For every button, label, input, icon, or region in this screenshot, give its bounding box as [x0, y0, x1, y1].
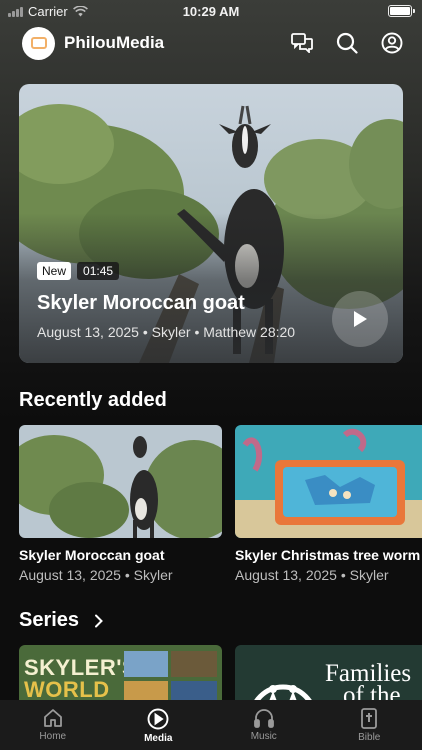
media-card[interactable]: Skyler Moroccan goat August 13, 2025 • S… [19, 425, 222, 583]
card-title: Skyler Moroccan goat [19, 547, 165, 563]
tab-music[interactable]: Music [211, 700, 317, 750]
tab-home[interactable]: Home [0, 700, 106, 750]
series-art-title: SKYLER'S WORLD [24, 655, 138, 702]
featured-meta: August 13, 2025 • Skyler • Matthew 28:20 [37, 324, 296, 340]
series-card[interactable]: SKYLER'S WORLD [19, 645, 222, 705]
status-time: 10:29 AM [182, 4, 240, 19]
play-button[interactable] [332, 291, 388, 347]
series-title: Series [19, 609, 80, 631]
brand-name: PhilouMedia [64, 33, 165, 52]
card-thumbnail [235, 425, 422, 538]
media-card[interactable]: Skyler Christmas tree worm August 13, 20… [235, 425, 422, 583]
account-icon[interactable] [380, 31, 404, 55]
home-icon [43, 709, 62, 727]
app-logo[interactable] [22, 26, 55, 60]
card-title: Skyler Christmas tree worm [235, 547, 421, 563]
app-header: PhilouMedia [22, 26, 404, 60]
new-badge: New [37, 262, 72, 280]
families-logo [251, 684, 315, 705]
headphones-icon [253, 709, 274, 728]
search-icon[interactable] [335, 31, 359, 55]
tab-label: Home [39, 731, 67, 742]
recently-added-heading: Recently added [19, 389, 167, 411]
card-meta: August 13, 2025 • Skyler [235, 567, 389, 583]
featured-title: Skyler Moroccan goat [37, 292, 245, 314]
play-circle-icon [147, 708, 169, 730]
series-card[interactable]: Families of the [235, 645, 422, 705]
bible-icon [361, 708, 378, 729]
featured-video[interactable]: New 01:45 Skyler Moroccan goat August 13… [19, 84, 403, 363]
series-art-title: Families of the [325, 660, 412, 705]
status-bar: Carrier 10:29 AM [0, 0, 422, 22]
tab-label: Bible [358, 732, 381, 743]
duration-badge: 01:45 [77, 262, 120, 280]
card-meta: August 13, 2025 • Skyler [19, 567, 173, 583]
card-thumbnail [19, 425, 222, 538]
play-icon [354, 311, 367, 327]
battery-icon [388, 5, 415, 17]
tab-label: Media [144, 733, 173, 744]
tab-media[interactable]: Media [106, 700, 212, 750]
tab-label: Music [250, 731, 277, 742]
bottom-tab-bar: Home Media Music Bible [0, 700, 422, 750]
chat-icon[interactable] [290, 31, 314, 55]
chevron-right-icon [95, 614, 103, 627]
tab-bible[interactable]: Bible [317, 700, 422, 750]
series-heading[interactable]: Series [19, 609, 104, 632]
